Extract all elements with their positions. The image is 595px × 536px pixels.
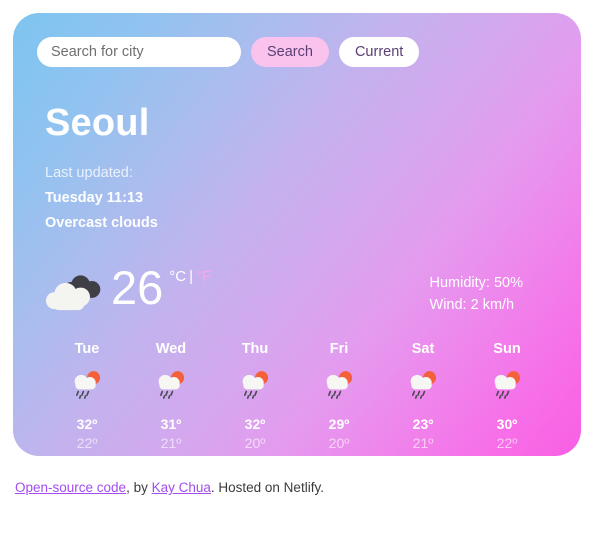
forecast-day-sun: Sun 30º 22º [465,341,549,453]
forecast-high: 29º [328,416,350,432]
weather-description: Overcast clouds [45,215,158,231]
fahrenheit-link[interactable]: °F [196,268,211,285]
celsius-link[interactable]: °C [169,268,186,285]
sun-behind-rain-cloud-icon [326,371,353,399]
forecast-day-sat: Sat 23º 21º [381,341,465,453]
forecast-low: 22º [496,435,518,451]
city-name: Seoul [45,102,150,144]
current-details: Humidity: 50% Wind: 2 km/h [430,272,523,316]
forecast-low: 21º [412,435,434,451]
cloud-icon [45,275,101,311]
wind-value: Wind: 2 km/h [429,297,515,313]
sun-behind-rain-cloud-icon [74,371,101,399]
sun-behind-rain-cloud-icon [410,371,437,399]
forecast-day-label: Tue [74,341,100,357]
current-location-button[interactable]: Current [338,37,420,67]
current-temperature-group: 26 °C | °F [45,258,211,326]
unit-toggle: °C | °F [169,268,211,285]
forecast-day-fri: Fri 29º 20º [297,341,381,453]
search-input[interactable] [37,37,241,67]
forecast-day-label: Fri [329,341,349,357]
footer-host-text: . Hosted on Netlify. [210,480,324,495]
current-conditions: 26 °C | °F Humidity: 50% Wind: 2 km/h [45,258,549,328]
forecast-low: 20º [328,435,350,451]
weather-meta: Last updated: Tuesday 11:13 Overcast clo… [45,161,158,236]
forecast-high: 31º [160,416,182,432]
forecast-day-tue: Tue 32º 22º [45,341,129,453]
forecast-day-thu: Thu 32º 20º [213,341,297,453]
forecast-low: 22º [76,435,98,451]
search-row: Search Current [37,37,420,67]
footer: Open-source code, by Kay Chua. Hosted on… [15,480,324,496]
forecast-high: 32º [76,416,98,432]
forecast-high: 32º [244,416,266,432]
forecast-day-label: Sun [493,341,521,357]
forecast-day-label: Wed [155,341,187,357]
sun-behind-rain-cloud-icon [158,371,185,399]
forecast-high: 30º [496,416,518,432]
forecast-row: Tue 32º 22º Wed 31º 21º Thu 32º 20º Fri … [45,341,549,453]
humidity-value: Humidity: 50% [429,275,523,291]
unit-separator: | [189,268,194,285]
last-updated-time: Tuesday 11:13 [45,190,144,206]
sun-behind-rain-cloud-icon [494,371,521,399]
forecast-day-label: Sat [411,341,435,357]
last-updated-label: Last updated: [45,165,133,181]
open-source-code-link[interactable]: Open-source code [15,480,126,495]
forecast-low: 20º [244,435,266,451]
current-temperature: 26 [111,261,164,314]
forecast-day-label: Thu [241,341,269,357]
author-link[interactable]: Kay Chua [152,480,211,495]
weather-card: Search Current Seoul Last updated: Tuesd… [13,13,581,456]
sun-behind-rain-cloud-icon [242,371,269,399]
forecast-day-wed: Wed 31º 21º [129,341,213,453]
weather-app-page: Search Current Seoul Last updated: Tuesd… [0,0,595,536]
footer-by-text: , by [126,480,152,495]
search-button[interactable]: Search [251,37,329,67]
forecast-low: 21º [160,435,182,451]
forecast-high: 23º [412,416,434,432]
